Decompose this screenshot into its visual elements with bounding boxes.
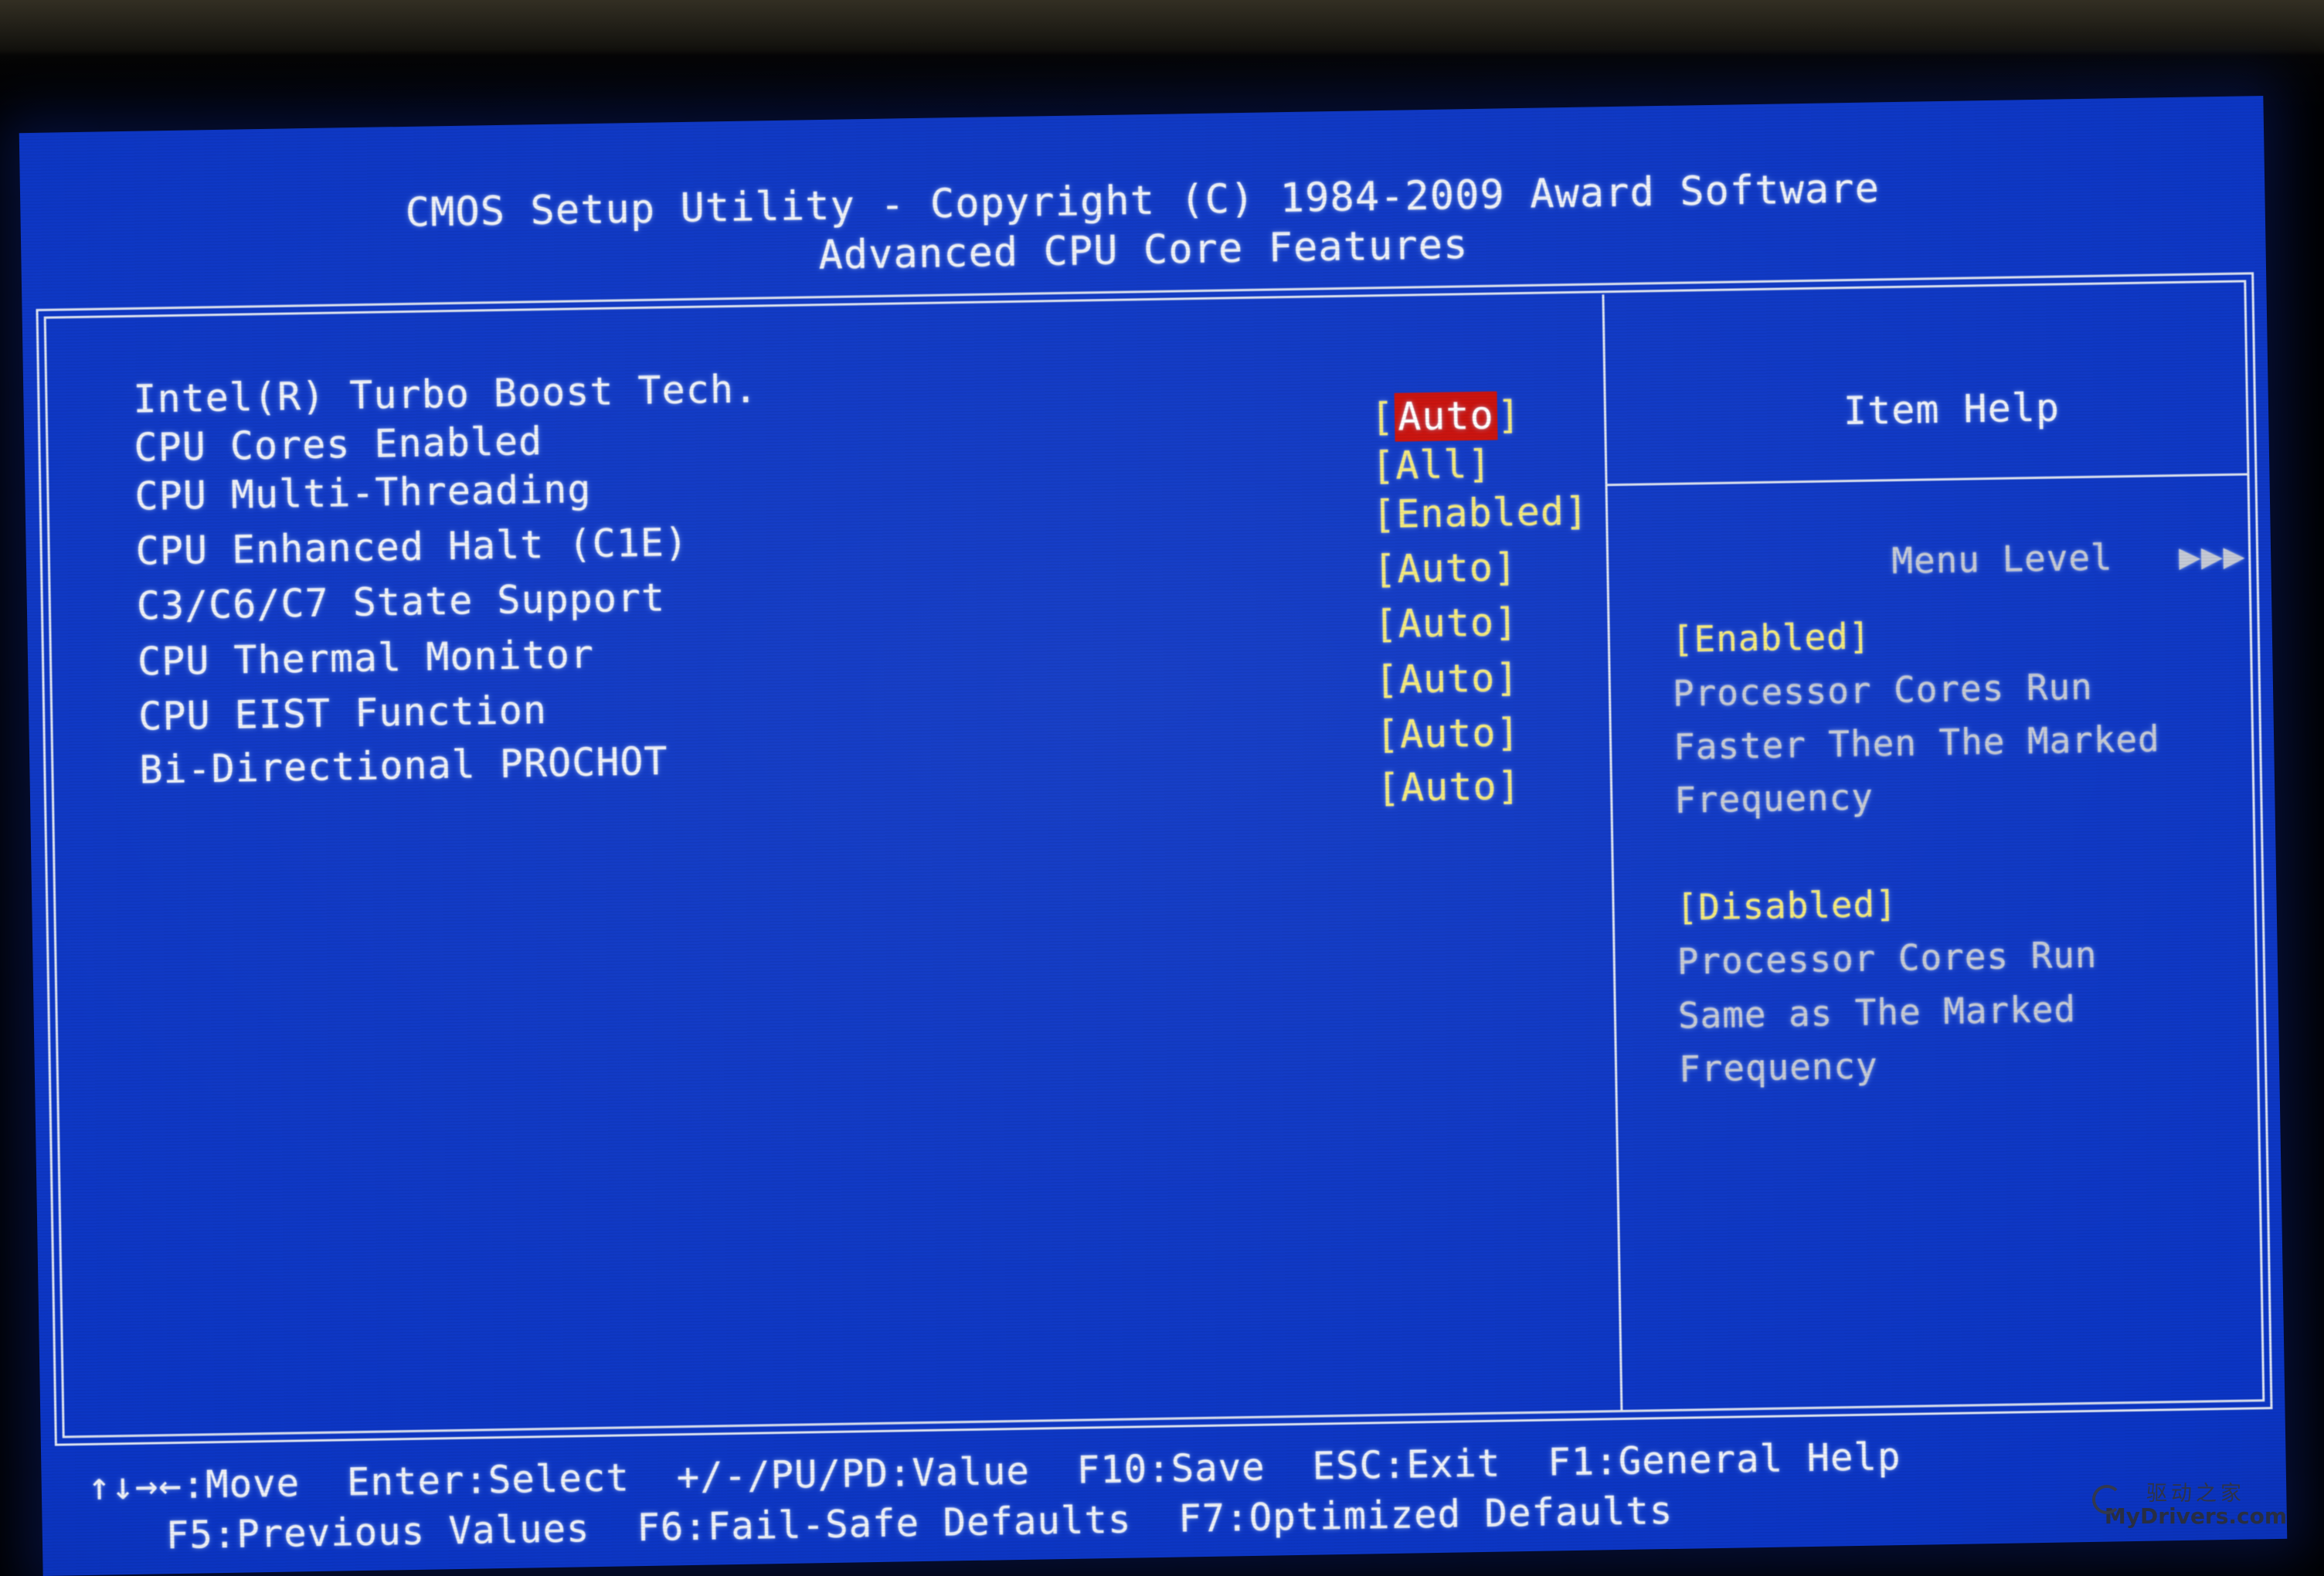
menu-level-label: Menu Level [1891,536,2113,583]
value-text: Auto [1400,763,1498,810]
setting-label-c-state-support: C3/C6/C7 State Support [136,575,666,629]
bracket-close: ] [1497,763,1522,809]
bracket-open: [ [1376,765,1402,811]
help-line: Frequency [1673,776,1874,821]
setting-label-cpu-enhanced-halt: CPU Enhanced Halt (C1E) [135,519,689,574]
menu-level-arrows-icon: ▶▶▶ [2178,534,2246,577]
menu-level-row: Menu Level ▶▶▶ [1670,502,2246,618]
watermark: 驱动之家 MyDrivers.com [2088,1483,2304,1540]
bracket-close: ] [1497,392,1522,438]
help-line: Processor Cores Run [1672,665,2094,715]
mydrivers-logo-icon [2092,1485,2122,1514]
watermark-latin: MyDrivers.com [2104,1503,2288,1530]
setting-label-turbo-boost: Intel(R) Turbo Boost Tech. [132,366,759,422]
setting-value-bi-directional-prochot[interactable]: [Auto] [1136,728,1522,850]
setting-label-cpu-cores-enabled: CPU Cores Enabled [134,419,543,470]
setting-label-cpu-eist-function: CPU EIST Function [138,687,548,739]
bios-screen: CMOS Setup Utility - Copyright (C) 1984-… [19,96,2288,1576]
setting-label-bi-directional-prochot: Bi-Directional PROCHOT [138,739,669,793]
help-line: Same as The Marked [1677,988,2077,1037]
photo-backdrop: CMOS Setup Utility - Copyright (C) 1984-… [0,0,2324,1576]
help-line: Faster Then The Marked [1673,718,2161,768]
bracket-close: ] [1564,488,1589,535]
setting-label-cpu-multi-threading: CPU Multi-Threading [134,466,592,519]
bios-content: CMOS Setup Utility - Copyright (C) 1984-… [19,96,2288,1576]
help-line: Processor Cores Run [1677,933,2098,983]
help-line: Frequency [1678,1044,1879,1090]
setting-label-cpu-thermal-monitor: CPU Thermal Monitor [137,631,595,684]
monitor-screen: CMOS Setup Utility - Copyright (C) 1984-… [19,96,2288,1576]
help-state-disabled: [Disabled] [1676,883,1898,929]
help-state-enabled: [Enabled] [1671,615,1871,661]
